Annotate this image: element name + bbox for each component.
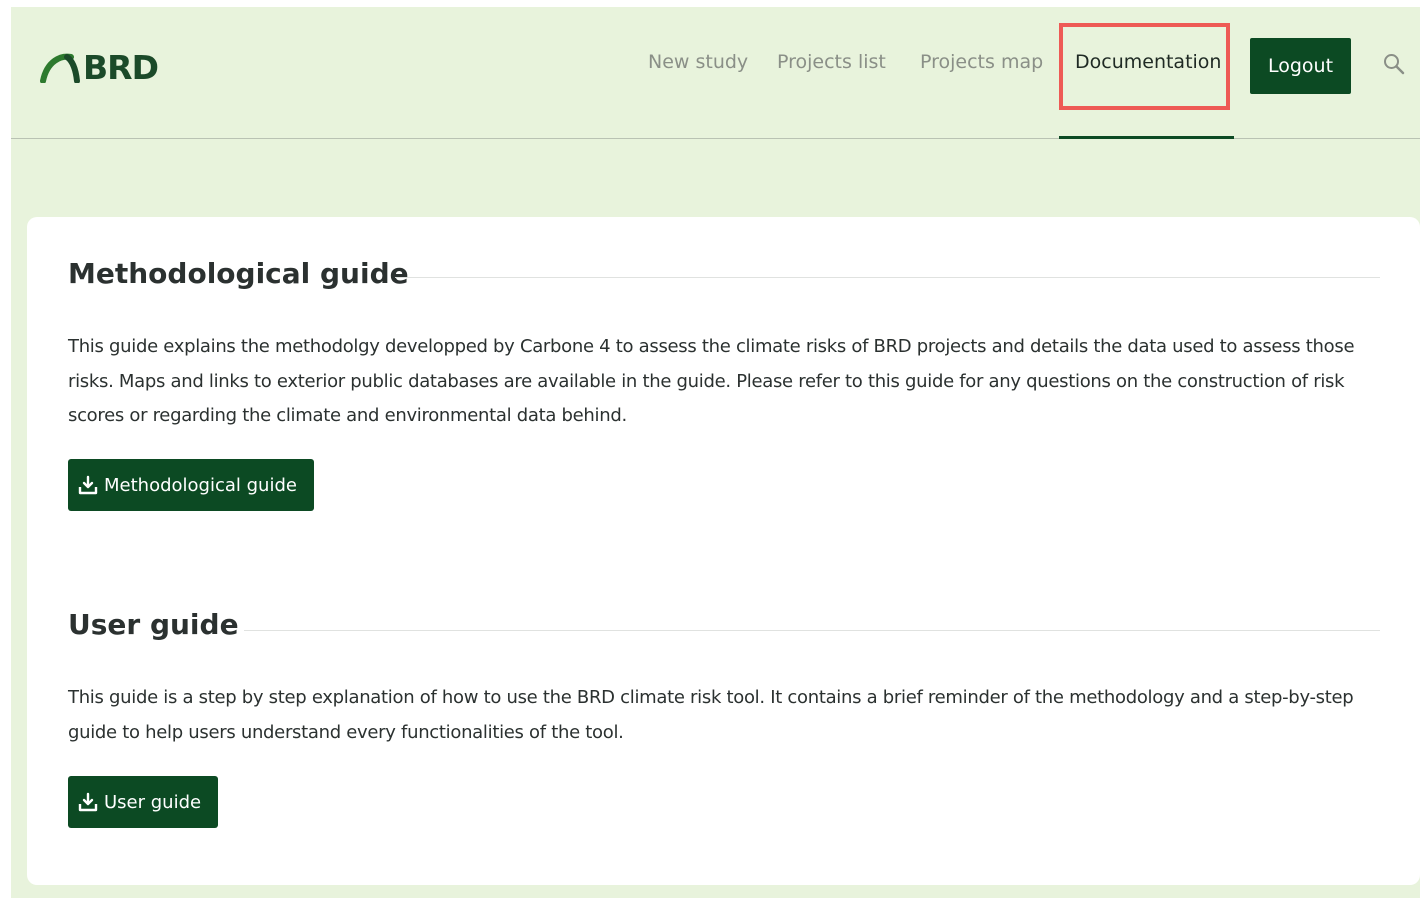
brd-logo[interactable]: BRD xyxy=(39,45,159,89)
documentation-card: Methodological guide This guide explains… xyxy=(27,217,1420,885)
user-guide-title-rule xyxy=(244,630,1380,631)
search-icon[interactable] xyxy=(1383,53,1405,79)
nav-projects-map[interactable]: Projects map xyxy=(920,51,1043,73)
methodological-guide-description: This guide explains the methodolgy devel… xyxy=(68,336,1355,426)
download-methodological-guide-button[interactable]: Methodological guide xyxy=(68,459,314,511)
methodological-guide-title: Methodological guide xyxy=(68,257,409,290)
nav-projects-list[interactable]: Projects list xyxy=(777,51,886,73)
download-icon xyxy=(78,792,98,812)
logout-button[interactable]: Logout xyxy=(1250,38,1351,94)
arch-logo-icon xyxy=(40,53,80,83)
logo-text: BRD xyxy=(83,47,159,87)
download-user-guide-button[interactable]: User guide xyxy=(68,776,219,828)
nav-new-study[interactable]: New study xyxy=(648,51,748,73)
top-header: BRD New study Projects list Projects map… xyxy=(11,7,1420,139)
methodological-guide-button-label: Methodological guide xyxy=(104,474,297,496)
user-guide-button-label: User guide xyxy=(104,791,202,813)
user-guide-description: This guide is a step by step explanation… xyxy=(68,687,1354,743)
download-icon xyxy=(78,475,98,495)
active-nav-underline xyxy=(1059,136,1234,139)
page-frame: BRD New study Projects list Projects map… xyxy=(11,7,1420,898)
methodological-title-rule xyxy=(395,277,1380,278)
documentation-highlight-box xyxy=(1059,23,1230,110)
user-guide-title: User guide xyxy=(68,608,239,641)
